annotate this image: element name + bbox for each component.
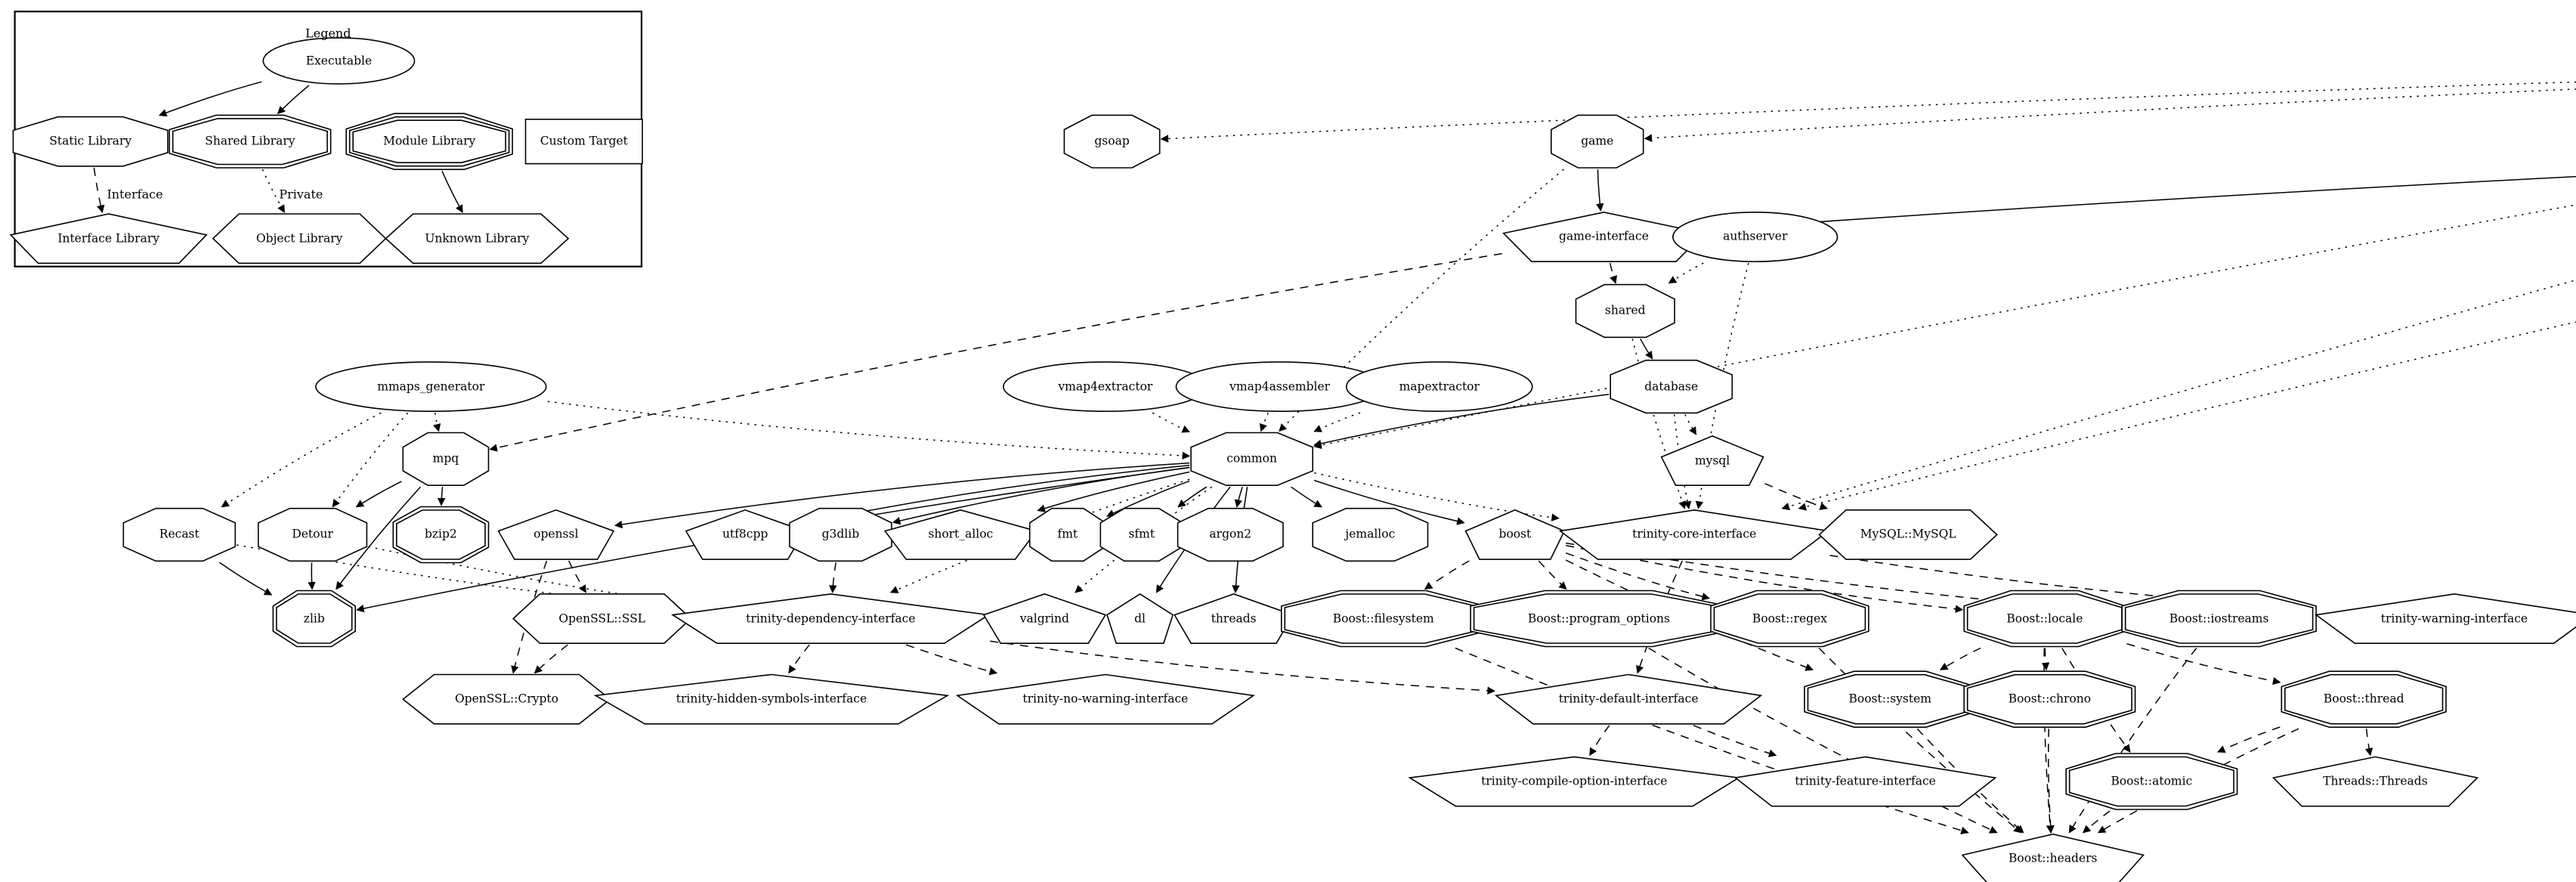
node-trinity-hidden-symbols-interface[interactable]: [593, 673, 950, 725]
node-legend-unknown-library[interactable]: [385, 213, 570, 265]
node-trinity-feature-interface[interactable]: [1733, 756, 1997, 807]
node-Boost::chrono[interactable]: [1963, 670, 2136, 729]
node-utf8cpp[interactable]: [685, 509, 806, 560]
node-mmaps_generator[interactable]: [315, 361, 547, 413]
node-shared[interactable]: [1575, 283, 1675, 339]
node-database[interactable]: [1610, 359, 1733, 414]
dependency-graph-canvas: Legend Interface Private Executable Static L…: [0, 0, 2576, 882]
node-fmt[interactable]: [1028, 507, 1106, 562]
node-common[interactable]: [1190, 432, 1313, 487]
node-trinity-default-interface[interactable]: [1494, 673, 1763, 725]
node-Recast[interactable]: [122, 507, 237, 562]
edge-label-interface: Interface: [107, 187, 163, 202]
node-Boost::locale[interactable]: [1963, 590, 2126, 648]
graph-nodes-layer: [9, 11, 2576, 882]
node-trinity-no-warning-interface[interactable]: [955, 673, 1255, 725]
node-OpenSSL::SSL[interactable]: [512, 593, 692, 645]
node-mpq[interactable]: [402, 432, 490, 487]
node-valgrind[interactable]: [982, 593, 1107, 645]
node-short_alloc[interactable]: [883, 509, 1038, 560]
node-threads[interactable]: [1174, 593, 1294, 645]
node-zlib[interactable]: [272, 590, 357, 648]
node-Boost::iostreams[interactable]: [2121, 590, 2317, 648]
node-trinity-compile-option-interface[interactable]: [1408, 756, 1741, 807]
edge-label-private: Private: [279, 187, 323, 202]
node-Boost::regex[interactable]: [1710, 590, 1869, 648]
node-legend-interface-library[interactable]: [9, 213, 208, 265]
node-sfmt[interactable]: [1099, 507, 1183, 562]
node-Boost::filesystem[interactable]: [1281, 590, 1486, 648]
node-Boost::system[interactable]: [1804, 670, 1977, 729]
node-boost[interactable]: [1464, 509, 1566, 560]
node-legend-module-library[interactable]: [345, 113, 513, 170]
node-Boost::thread[interactable]: [2281, 670, 2447, 729]
node-legend-executable[interactable]: [262, 37, 416, 85]
node-mysql[interactable]: [1660, 435, 1764, 487]
node-legend-shared-library[interactable]: [169, 114, 332, 169]
node-trinity-core-interface[interactable]: [1558, 509, 1830, 560]
node-Boost::headers[interactable]: [1961, 833, 2145, 882]
node-bzip2[interactable]: [392, 506, 490, 564]
node-legend-custom-target[interactable]: [524, 119, 643, 165]
node-jemalloc[interactable]: [1312, 507, 1429, 562]
node-authserver[interactable]: [1672, 212, 1838, 262]
node-legend-static-library[interactable]: [12, 116, 169, 167]
node-openssl[interactable]: [497, 509, 615, 560]
node-Threads::Threads[interactable]: [2271, 756, 2479, 807]
node-mapextractor[interactable]: [1345, 361, 1533, 413]
node-g3dlib[interactable]: [789, 507, 892, 562]
node-argon2[interactable]: [1177, 507, 1284, 562]
node-Detour[interactable]: [257, 507, 368, 562]
node-trinity-dependency-interface[interactable]: [671, 593, 991, 645]
node-legend-object-library[interactable]: [212, 213, 387, 265]
node-OpenSSL::Crypto[interactable]: [402, 673, 611, 725]
node-dl[interactable]: [1106, 593, 1174, 645]
node-trinity-warning-interface[interactable]: [2315, 593, 2576, 645]
node-MySQL::MySQL[interactable]: [1818, 509, 1998, 560]
node-Boost::program_options[interactable]: [1470, 590, 1728, 648]
node-Boost::atomic[interactable]: [2065, 753, 2238, 810]
node-game[interactable]: [1551, 114, 1644, 169]
legend-title: Legend: [305, 26, 351, 41]
node-gsoap[interactable]: [1063, 114, 1161, 169]
